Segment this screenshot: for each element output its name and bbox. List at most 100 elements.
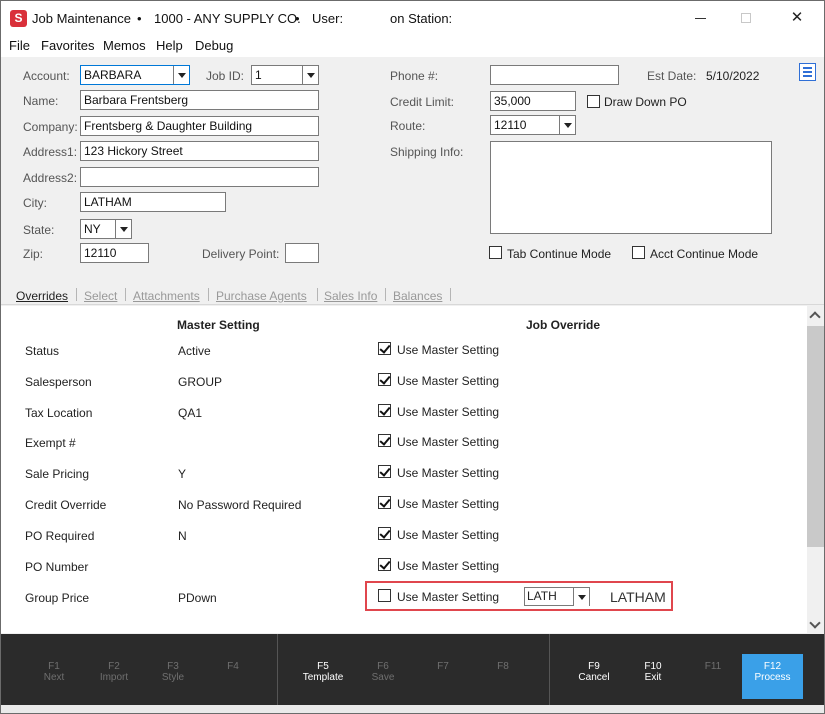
use-master-setting-checkbox[interactable] xyxy=(378,434,391,447)
shipping-info-textarea[interactable] xyxy=(490,141,772,234)
acct-continue-label: Acct Continue Mode xyxy=(650,247,759,261)
tab-divider xyxy=(317,288,318,301)
job-override-header: Job Override xyxy=(526,318,601,332)
tab-select[interactable]: Select xyxy=(84,289,117,303)
tab-sales-info[interactable]: Sales Info xyxy=(324,289,377,303)
menu-file[interactable]: File xyxy=(9,38,30,53)
use-master-setting-checkbox[interactable] xyxy=(378,404,391,417)
menu-favorites[interactable]: Favorites xyxy=(41,38,94,53)
menu-help[interactable]: Help xyxy=(156,38,183,53)
override-row-label: Sale Pricing xyxy=(25,467,90,481)
address2-field[interactable] xyxy=(80,167,319,187)
route-label: Route: xyxy=(390,119,426,133)
tab-overrides[interactable]: Overrides xyxy=(16,289,68,303)
use-master-setting-checkbox[interactable] xyxy=(378,465,391,478)
fkey-f3-button: F3 Style xyxy=(143,661,203,683)
address1-field[interactable]: 123 Hickory Street xyxy=(80,141,319,161)
chevron-down-icon[interactable] xyxy=(115,220,131,238)
minimize-button[interactable] xyxy=(677,5,723,31)
route-combo[interactable]: 12110 xyxy=(490,115,576,135)
route-value: 12110 xyxy=(494,118,527,132)
menu-bar: File Favorites Memos Help Debug xyxy=(1,35,824,57)
zip-label: Zip: xyxy=(23,247,44,261)
tab-divider xyxy=(450,288,451,301)
use-master-setting-label: Use Master Setting xyxy=(397,405,500,419)
overrides-grid: Master Setting Job Override Status Active… xyxy=(1,306,807,633)
use-master-setting-checkbox[interactable] xyxy=(378,558,391,571)
account-combo[interactable]: BARBARA xyxy=(80,65,190,85)
zip-field[interactable]: 12110 xyxy=(80,243,149,263)
company-field[interactable]: Frentsberg & Daughter Building xyxy=(80,116,319,136)
tab-continue-label: Tab Continue Mode xyxy=(507,247,612,261)
fkey-key: F5 xyxy=(317,661,329,672)
tab-attachments[interactable]: Attachments xyxy=(133,289,200,303)
function-key-bar: F1 Next F2 Import F3 Style F4 F5 Template F6 Save F… xyxy=(1,634,824,705)
process-button[interactable]: F12 Process xyxy=(742,654,803,699)
name-field[interactable]: Barbara Frentsberg xyxy=(80,90,319,110)
tab-divider xyxy=(208,288,209,301)
jobid-value: 1 xyxy=(255,68,262,82)
tab-bar: Overrides Select Attachments Purchase Ag… xyxy=(1,285,824,305)
tab-balances[interactable]: Balances xyxy=(393,289,442,303)
fkey-f5-button[interactable]: F5 Template xyxy=(293,661,353,683)
master-setting-value: QA1 xyxy=(178,406,203,420)
fkey-key: F7 xyxy=(437,661,449,672)
use-master-setting-checkbox[interactable] xyxy=(378,342,391,355)
city-field[interactable]: LATHAM xyxy=(80,192,226,212)
city-label: City: xyxy=(23,196,47,210)
account-label: Account: xyxy=(23,69,70,83)
group-price-override-code: LATH xyxy=(527,589,557,603)
fkey-f8-button: F8 xyxy=(473,661,533,672)
use-master-setting-checkbox[interactable] xyxy=(378,496,391,509)
fkey-key: F12 xyxy=(763,661,782,672)
acct-continue-checkbox[interactable] xyxy=(632,246,645,259)
address2-label: Address2: xyxy=(23,171,78,185)
fkey-key: F11 xyxy=(704,661,722,672)
maximize-button xyxy=(723,5,769,31)
scroll-down-icon[interactable] xyxy=(809,617,821,629)
close-button[interactable]: ✕ xyxy=(774,5,820,31)
credit-limit-field[interactable]: 35,000 xyxy=(490,91,576,111)
fkey-key: F2 xyxy=(108,661,120,672)
state-combo[interactable]: NY xyxy=(80,219,132,239)
jobid-combo[interactable]: 1 xyxy=(251,65,319,85)
fkey-key: F4 xyxy=(227,661,239,672)
scrollbar-thumb[interactable] xyxy=(807,326,824,547)
phone-label: Phone #: xyxy=(390,69,439,83)
fkey-key: F1 xyxy=(48,661,60,672)
vertical-scrollbar[interactable] xyxy=(807,306,824,633)
fkey-name: Style xyxy=(161,672,185,683)
fkey-name: Next xyxy=(43,672,65,683)
menu-debug[interactable]: Debug xyxy=(195,38,233,53)
tab-divider xyxy=(76,288,77,301)
tab-continue-checkbox[interactable] xyxy=(489,246,502,259)
override-row-label: PO Number xyxy=(25,560,89,574)
use-master-setting-checkbox[interactable] xyxy=(378,527,391,540)
master-setting-header: Master Setting xyxy=(177,318,260,332)
menu-hamburger-icon[interactable] xyxy=(799,63,816,81)
fkey-f7-button: F7 xyxy=(413,661,473,672)
fkey-f10-button[interactable]: F10 Exit xyxy=(623,661,683,683)
tab-divider xyxy=(385,288,386,301)
job-maintenance-window: S Job Maintenance • 1000 - ANY SUPPLY CO… xyxy=(0,0,825,714)
chevron-down-icon[interactable] xyxy=(302,66,318,84)
use-master-setting-checkbox[interactable] xyxy=(378,373,391,386)
group-price-override-combo[interactable]: LATH xyxy=(524,587,590,606)
chevron-down-icon[interactable] xyxy=(559,116,575,134)
use-master-setting-label: Use Master Setting xyxy=(397,374,500,388)
station-label: on Station: xyxy=(390,11,453,26)
override-row-label: Group Price xyxy=(25,591,90,605)
chevron-down-icon[interactable] xyxy=(573,588,589,606)
chevron-down-icon[interactable] xyxy=(173,66,189,84)
draw-down-po-checkbox[interactable] xyxy=(587,95,600,108)
phone-field[interactable] xyxy=(490,65,619,85)
fkey-f9-button[interactable]: F9 Cancel xyxy=(564,661,624,683)
scroll-up-icon[interactable] xyxy=(809,311,821,323)
tab-purchase-agents[interactable]: Purchase Agents xyxy=(216,289,307,303)
use-master-setting-label: Use Master Setting xyxy=(397,559,500,573)
fkey-name: Cancel xyxy=(578,672,610,683)
delivery-point-field[interactable] xyxy=(285,243,319,263)
title-bar: S Job Maintenance • 1000 - ANY SUPPLY CO… xyxy=(1,1,824,35)
fkey-f1-button: F1 Next xyxy=(24,661,84,683)
menu-memos[interactable]: Memos xyxy=(103,38,146,53)
